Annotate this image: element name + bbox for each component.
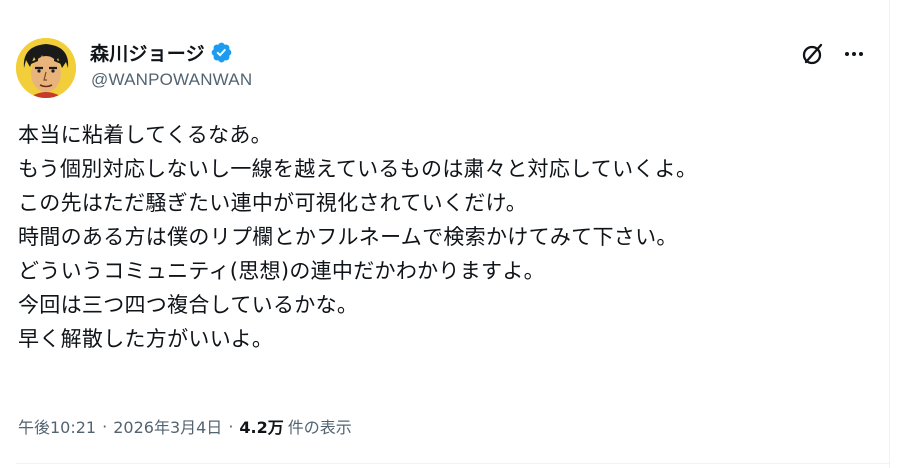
meta-separator: · <box>102 416 108 436</box>
tweet-line: どういうコミュニティ(思想)の連中だかわかりますよ。 <box>18 259 545 283</box>
views-count[interactable]: 4.2万 <box>239 414 283 438</box>
meta-separator: · <box>228 416 234 436</box>
more-button[interactable] <box>838 38 870 70</box>
tweet-line: 本当に粘着してくるなあ。 <box>18 123 272 147</box>
tweet-meta: 午後10:21 · 2026年3月4日 · 4.2万 件の表示 <box>18 412 352 440</box>
author-handle[interactable]: @WANPOWANWAN <box>91 70 252 90</box>
avatar[interactable] <box>16 38 76 98</box>
author-name[interactable]: 森川ジョージ <box>90 39 205 66</box>
tweet-divider <box>16 463 889 464</box>
tweet-line: 早く解散した方がいいよ。 <box>18 327 274 351</box>
avatar-image <box>16 38 76 98</box>
verified-badge-icon[interactable] <box>210 41 233 64</box>
tweet-line: この先はただ騒ぎたい連中が可視化されていくだけ。 <box>18 191 528 215</box>
tweet-line: 今回は三つ四つ複合しているかな。 <box>18 293 359 317</box>
tweet-line: 時間のある方は僕のリプ欄とかフルネームで検索かけてみて下さい。 <box>18 225 678 249</box>
tweet-date[interactable]: 2026年3月4日 <box>113 414 222 438</box>
timeline-border <box>889 0 890 468</box>
views-label[interactable]: 件の表示 <box>288 414 352 438</box>
grok-icon <box>802 43 823 65</box>
grok-button[interactable] <box>797 38 829 70</box>
tweet-time[interactable]: 午後10:21 <box>18 414 96 438</box>
tweet-line: もう個別対応しないし一線を越えているものは粛々と対応していくよ。 <box>18 157 698 181</box>
more-icon <box>845 52 863 56</box>
author-name-row[interactable]: 森川ジョージ <box>90 38 233 66</box>
tweet-text: 本当に粘着してくるなあ。 もう個別対応しないし一線を越えているものは粛々と対応し… <box>18 118 878 356</box>
